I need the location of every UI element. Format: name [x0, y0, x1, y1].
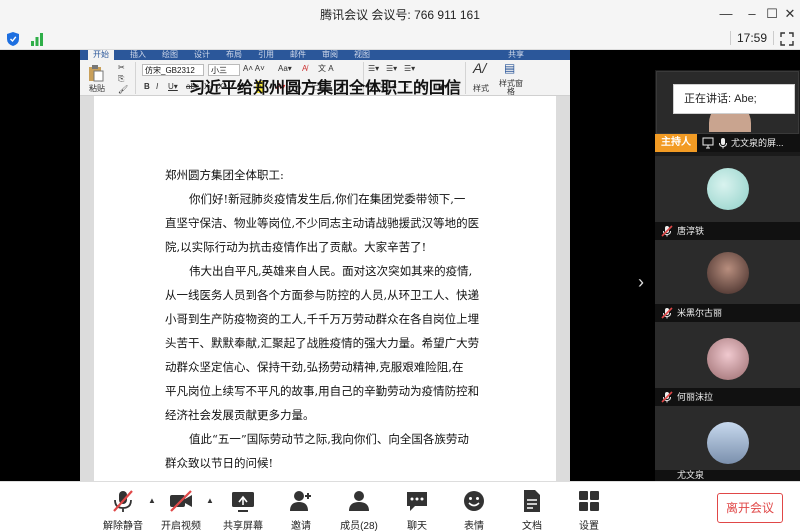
settings-button[interactable]: 设置: [561, 482, 617, 531]
participant-footer: 米黑尔古丽: [655, 304, 800, 322]
chat-icon: [407, 492, 427, 511]
ribbon-share-button[interactable]: 共享: [508, 50, 524, 60]
document-line: 头苦干、默默奉献,汇聚起了战胜疫情的强大力量。希望广大劳: [165, 336, 480, 350]
share-screen-button[interactable]: 共享屏幕: [215, 482, 271, 531]
mic-muted-icon: [113, 490, 133, 512]
fullscreen-icon[interactable]: [780, 32, 794, 46]
meeting-toolbar: 解除静音 ▲ 开启视频 ▲ 共享屏幕 邀请 成员(28) 聊天 表情 文档 设置…: [0, 481, 800, 531]
smiley-icon: [464, 491, 484, 511]
start-video-button[interactable]: 开启视频: [153, 482, 209, 531]
invite-label: 邀请: [291, 521, 311, 531]
host-tile-footer: 主持人 尤文泉的屏...: [655, 134, 800, 152]
participant-footer: 何丽沫拉: [655, 388, 800, 406]
members-button[interactable]: 成员(28): [331, 482, 387, 531]
participant-panel: 正在讲话: Abe; 主持人 尤文泉的屏... 唐淳铁 米黑尔古丽 何丽沫拉 尤…: [655, 70, 800, 481]
title-bar: 腾讯会议 会议号: 766 911 161 — – ☐ ✕: [0, 0, 800, 28]
document-line: 动群众坚定信心、保持干劲,弘扬劳动精神,克服艰难险阻,在: [165, 360, 464, 374]
docs-button[interactable]: 文档: [504, 482, 560, 531]
document-line: 从一线医务人员到各个方面参与防控的人员,从环卫工人、快递: [165, 288, 480, 302]
ribbon-tab-review[interactable]: 审阅: [322, 50, 338, 60]
window-title: 腾讯会议 会议号: 766 911 161: [320, 8, 480, 22]
reactions-label: 表情: [464, 521, 484, 531]
ribbon-tab-insert[interactable]: 插入: [130, 50, 146, 60]
share-screen-label: 共享屏幕: [223, 521, 263, 531]
participant-name: 唐淳铁: [677, 226, 705, 236]
mic-muted-icon: [661, 391, 673, 403]
host-sharing-label: 尤文泉的屏...: [731, 138, 784, 148]
unmute-button[interactable]: 解除静音: [95, 482, 151, 531]
avatar: [707, 168, 749, 210]
ribbon-tab-view[interactable]: 视图: [354, 50, 370, 60]
status-bar: 17:59: [0, 28, 800, 50]
participant-name: 何丽沫拉: [677, 392, 714, 402]
invite-icon: [290, 491, 311, 511]
ribbon-tab-mailings[interactable]: 邮件: [290, 50, 306, 60]
mic-muted-icon: [661, 225, 673, 237]
shield-icon[interactable]: [7, 32, 19, 46]
screen-share-icon: [702, 137, 714, 149]
settings-grid-icon: [579, 491, 599, 511]
avatar: [707, 422, 749, 464]
chevron-up-icon[interactable]: ▲: [206, 496, 214, 505]
participant-footer: 尤文泉: [655, 470, 800, 481]
ribbon-tab-design[interactable]: 设计: [194, 50, 210, 60]
participant-tile[interactable]: [655, 322, 800, 388]
participant-tile[interactable]: [655, 240, 800, 306]
tencent-meeting-window: 腾讯会议 会议号: 766 911 161 — – ☐ ✕ 17:59 开始 插入…: [0, 0, 800, 531]
participant-tile[interactable]: [655, 156, 800, 222]
styles-pane-icon[interactable]: ▤: [504, 62, 515, 74]
leave-meeting-button[interactable]: 离开会议: [717, 493, 783, 523]
document-line: 经济社会发展贡献更多力量。: [165, 408, 315, 422]
document-salutation: 郑州圆方集团全体职工:: [165, 168, 284, 182]
chevron-right-icon[interactable]: ›: [638, 272, 644, 293]
invite-button[interactable]: 邀请: [273, 482, 329, 531]
minimize-icon[interactable]: —: [716, 4, 736, 24]
docs-label: 文档: [522, 521, 542, 531]
meeting-clock: 17:59: [730, 31, 775, 45]
document-line: 伟大出自平凡,英雄来自人民。面对这次突如其来的疫情,: [189, 264, 473, 278]
host-badge: 主持人: [655, 134, 697, 152]
maximize-icon[interactable]: ☐: [762, 4, 782, 24]
share-screen-icon: [232, 492, 254, 512]
ribbon-tab-references[interactable]: 引用: [258, 50, 274, 60]
document-title: 习近平给郑州圆方集团全体职工的回信: [188, 78, 461, 97]
document-line: 值此“五一”国际劳动节之际,我向你们、向全国各族劳动: [189, 432, 469, 446]
styles-icon[interactable]: A/: [473, 61, 486, 75]
mic-icon: [719, 138, 727, 149]
document-line: 群众致以节日的问候!: [165, 456, 274, 470]
settings-label: 设置: [579, 521, 599, 531]
document-line: 院,以实际行动为抗击疫情作出了贡献。大家辛苦了!: [165, 240, 427, 254]
participant-name: 米黑尔古丽: [677, 308, 723, 318]
document-line: 小哥到生产防疫物资的工人,千千万万劳动群众在各自岗位上埋: [165, 312, 480, 326]
start-video-label: 开启视频: [161, 521, 201, 531]
participant-footer: 唐淳铁: [655, 222, 800, 240]
chat-label: 聊天: [407, 521, 427, 531]
close-icon[interactable]: ✕: [780, 4, 800, 24]
ribbon-tab-draw[interactable]: 绘图: [162, 50, 178, 60]
ribbon-tab-layout[interactable]: 布局: [226, 50, 242, 60]
chat-button[interactable]: 聊天: [389, 482, 445, 531]
signal-icon[interactable]: [30, 32, 44, 46]
document-line: 直坚守保洁、物业等岗位,不少同志主动请战驰援武汉等地的医: [165, 216, 480, 230]
pin-icon[interactable]: –: [742, 4, 762, 24]
members-icon: [349, 491, 369, 511]
mic-muted-icon: [661, 307, 673, 319]
avatar: [707, 338, 749, 380]
camera-off-icon: [170, 490, 192, 512]
unmute-label: 解除静音: [103, 521, 143, 531]
document-line: 你们好!新冠肺炎疫情发生后,你们在集团党委带领下,一: [189, 192, 466, 206]
ribbon-tab-home[interactable]: 开始: [88, 50, 114, 60]
speaking-indicator: 正在讲话: Abe;: [673, 84, 795, 114]
ribbon-tabs: 开始 插入 绘图 设计 布局 引用 邮件 审阅 视图 共享: [80, 50, 570, 60]
document-icon: [524, 490, 540, 512]
reactions-button[interactable]: 表情: [446, 482, 502, 531]
avatar: [707, 252, 749, 294]
members-label: 成员(28): [340, 521, 378, 531]
document-line: 平凡岗位上续写不平凡的故事,用自己的辛勤劳动为疫情防控和: [165, 384, 480, 398]
